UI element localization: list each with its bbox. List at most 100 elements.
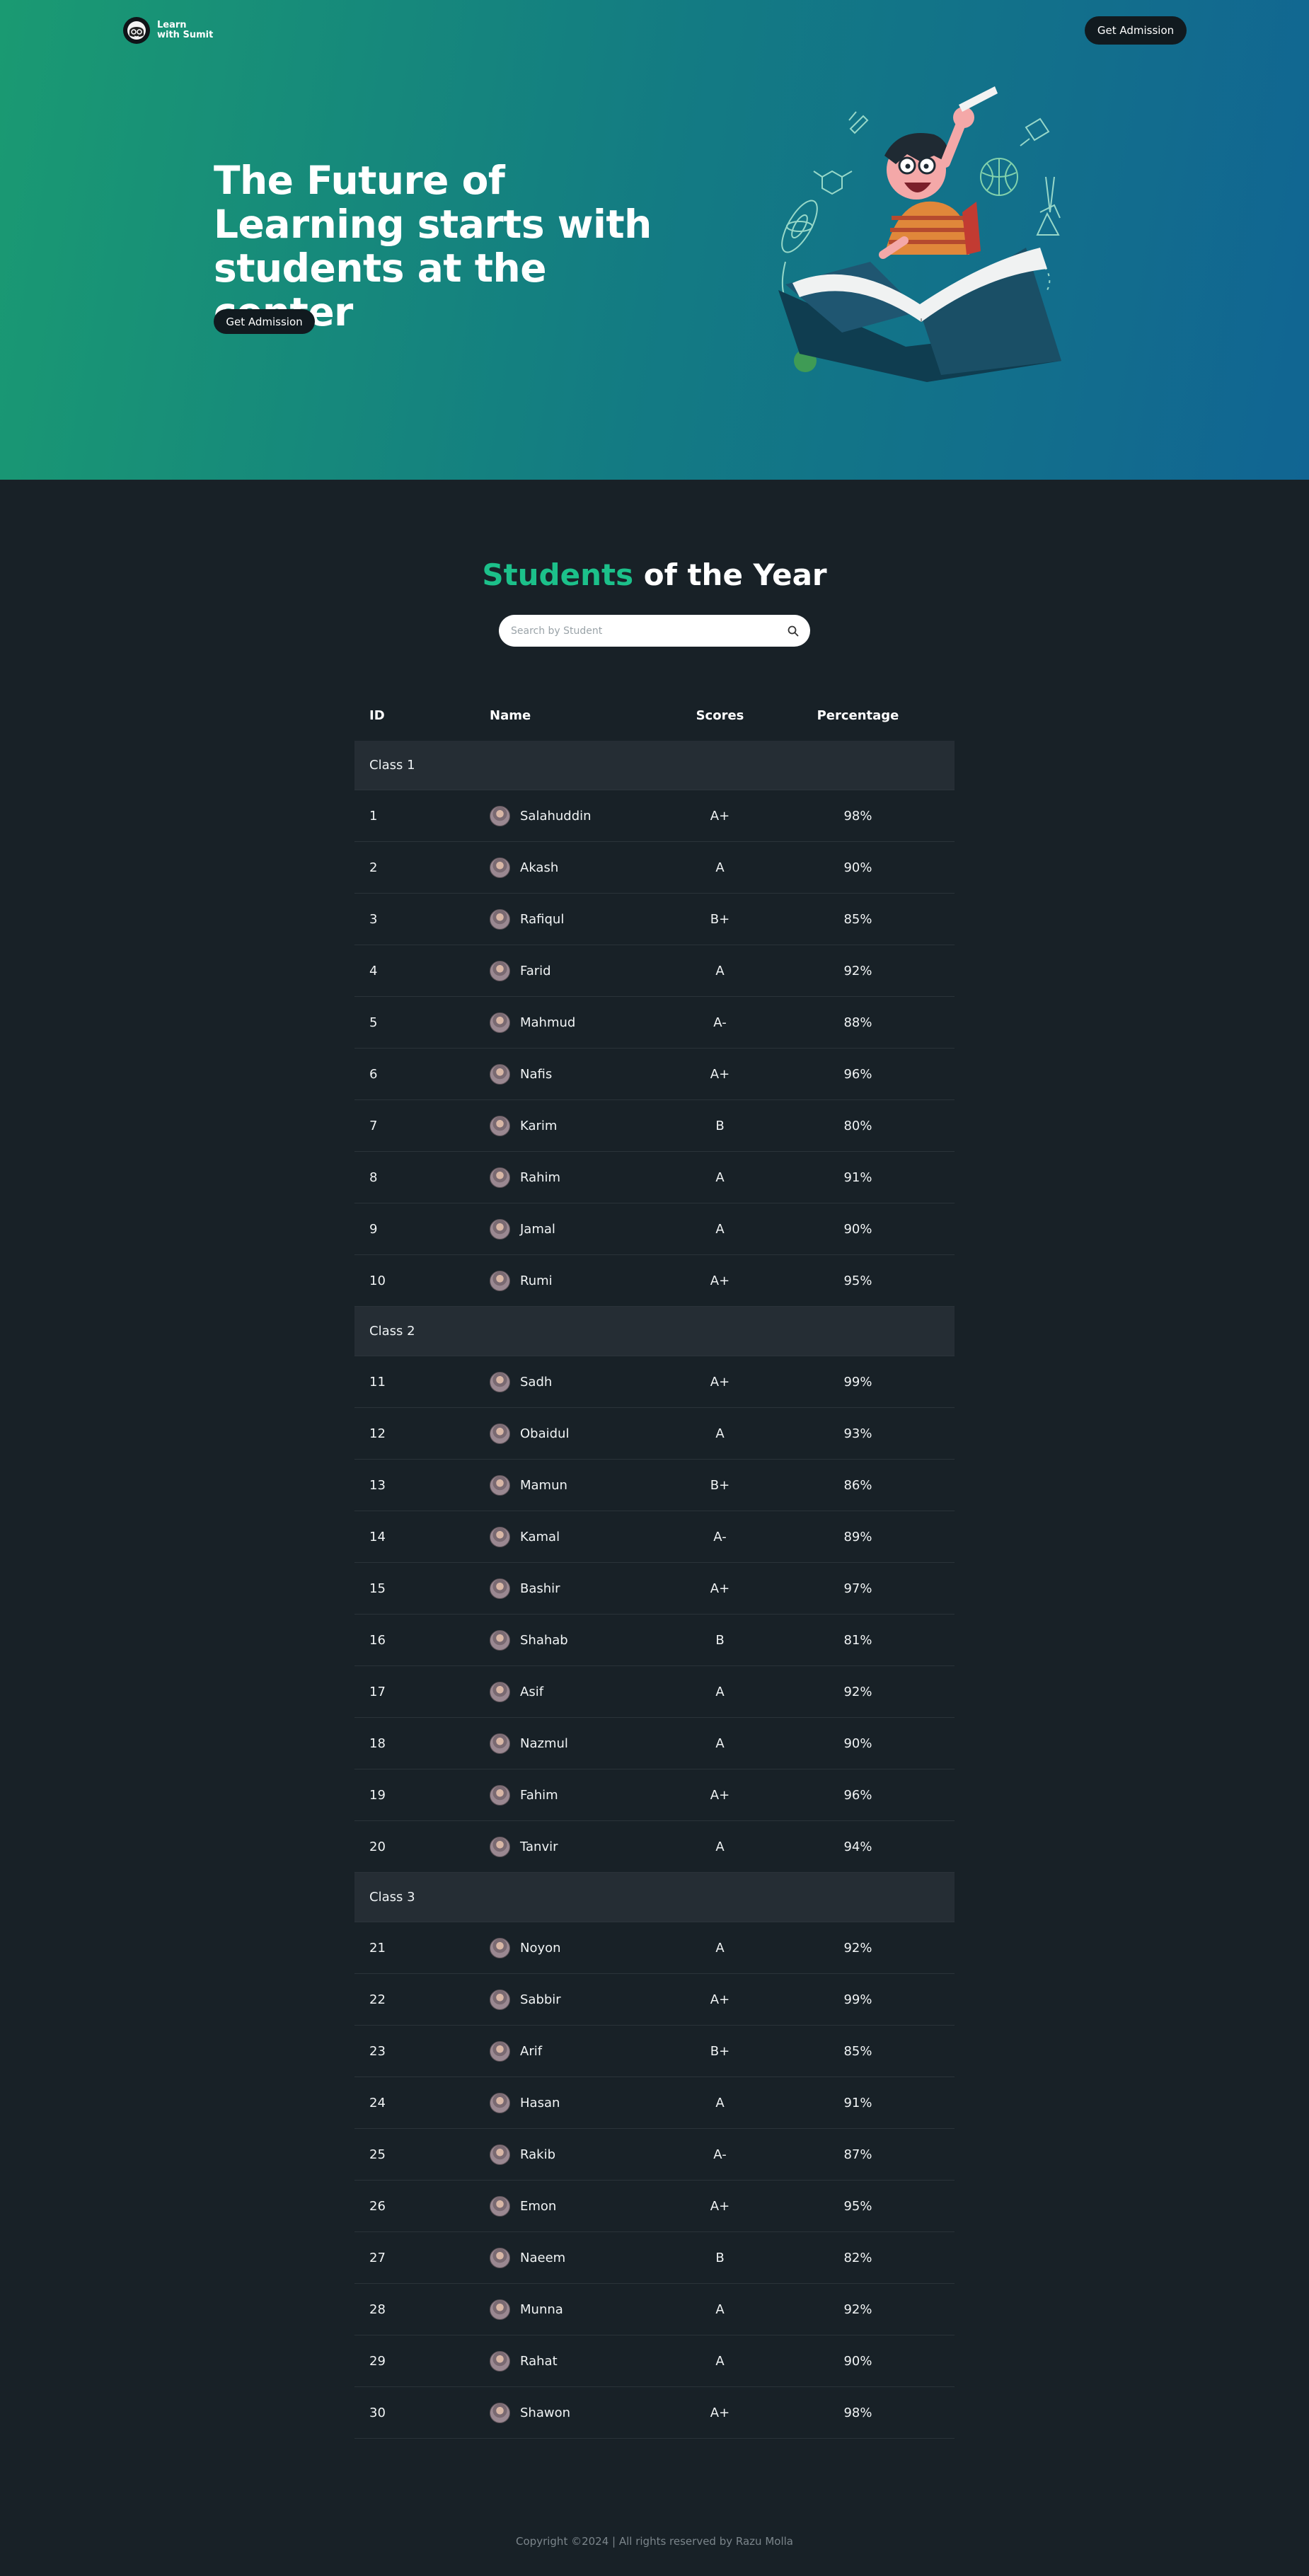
cell-percentage: 98% <box>843 2405 872 2420</box>
student-name: Rakib <box>520 2147 555 2162</box>
cell-percentage: 92% <box>843 1940 872 1956</box>
cell-id: 19 <box>369 1787 386 1803</box>
brand-line-1: Learn <box>157 20 187 30</box>
student-name: Fahim <box>520 1787 558 1803</box>
avatar <box>490 1371 510 1392</box>
student-name: Shahab <box>520 1632 568 1648</box>
cell-id: 13 <box>369 1477 386 1493</box>
cell-id: 11 <box>369 1374 386 1390</box>
cell-id: 12 <box>369 1426 386 1441</box>
cell-id: 18 <box>369 1735 386 1751</box>
cell-id: 10 <box>369 1273 386 1288</box>
avatar <box>490 1218 510 1240</box>
avatar <box>490 960 510 981</box>
cell-score: A+ <box>710 1992 730 2007</box>
cell-id: 17 <box>369 1684 386 1699</box>
cell-score: A <box>715 1221 725 1237</box>
header-percentage: Percentage <box>817 707 899 723</box>
table-row: 16 Shahab B 81% <box>354 1615 955 1666</box>
table-row: 27 Naeem B 82% <box>354 2232 955 2284</box>
cell-score: A <box>715 860 725 875</box>
cell-score: A <box>715 2301 725 2317</box>
cell-name: Sadh <box>475 1371 663 1392</box>
cell-name: Mamun <box>475 1474 663 1496</box>
search-icon[interactable] <box>786 624 800 638</box>
student-name: Mahmud <box>520 1015 576 1030</box>
cell-name: Sabbir <box>475 1989 663 2010</box>
cell-name: Noyon <box>475 1937 663 1958</box>
cell-score: A <box>715 1426 725 1441</box>
avatar <box>490 2247 510 2268</box>
cell-percentage: 96% <box>843 1066 872 1082</box>
cell-id: 3 <box>369 911 378 927</box>
cell-score: A+ <box>710 1374 730 1390</box>
cell-name: Bashir <box>475 1578 663 1599</box>
avatar <box>490 2040 510 2062</box>
student-name: Naeem <box>520 2250 566 2265</box>
cell-percentage: 97% <box>843 1581 872 1596</box>
student-name: Tanvir <box>520 1839 558 1854</box>
avatar <box>490 1578 510 1599</box>
table-row: 12 Obaidul A 93% <box>354 1408 955 1460</box>
avatar <box>490 1937 510 1958</box>
student-name: Salahuddin <box>520 808 592 824</box>
cell-score: A <box>715 963 725 978</box>
cell-id: 22 <box>369 1992 386 2007</box>
cell-percentage: 92% <box>843 963 872 978</box>
cell-id: 24 <box>369 2095 386 2110</box>
cell-percentage: 96% <box>843 1787 872 1803</box>
hero-get-admission-button[interactable]: Get Admission <box>214 309 315 334</box>
cell-percentage: 86% <box>843 1477 872 1493</box>
avatar <box>490 2092 510 2113</box>
cell-score: A+ <box>710 1581 730 1596</box>
cell-percentage: 91% <box>843 2095 872 2110</box>
cell-name: Rakib <box>475 2144 663 2165</box>
cell-id: 1 <box>369 808 378 824</box>
table-row: 19 Fahim A+ 96% <box>354 1769 955 1821</box>
cell-name: Karim <box>475 1115 663 1136</box>
table-row: 11 Sadh A+ 99% <box>354 1356 955 1408</box>
brand-line-2: with Sumit <box>157 30 214 40</box>
student-name: Munna <box>520 2301 563 2317</box>
cell-percentage: 95% <box>843 2198 872 2214</box>
cell-percentage: 93% <box>843 1426 872 1441</box>
table-row: 17 Asif A 92% <box>354 1666 955 1718</box>
cell-percentage: 95% <box>843 1273 872 1288</box>
cell-name: Munna <box>475 2299 663 2320</box>
cell-percentage: 85% <box>843 2043 872 2059</box>
table-row: 3 Rafiqul B+ 85% <box>354 894 955 945</box>
cell-percentage: 82% <box>843 2250 872 2265</box>
cell-score: A <box>715 2353 725 2369</box>
student-name: Rahim <box>520 1169 561 1185</box>
table-header: ID Name Scores Percentage <box>354 690 955 741</box>
table-row: 7 Karim B 80% <box>354 1100 955 1152</box>
table-row: 28 Munna A 92% <box>354 2284 955 2335</box>
cell-score: A+ <box>710 1787 730 1803</box>
nav-get-admission-button[interactable]: Get Admission <box>1085 16 1187 45</box>
student-name: Akash <box>520 860 559 875</box>
table-row: 4 Farid A 92% <box>354 945 955 997</box>
cell-percentage: 94% <box>843 1839 872 1854</box>
cell-score: A+ <box>710 808 730 824</box>
cell-score: B+ <box>710 1477 730 1493</box>
cell-id: 15 <box>369 1581 386 1596</box>
search-input[interactable] <box>499 615 786 647</box>
cell-score: A <box>715 1169 725 1185</box>
class-group-row: Class 1 <box>354 741 955 790</box>
brand-logo[interactable]: Learn with Sumit <box>123 17 213 44</box>
avatar <box>490 805 510 826</box>
class-group-row: Class 2 <box>354 1307 955 1356</box>
cell-score: B <box>715 1632 725 1648</box>
cell-percentage: 92% <box>843 1684 872 1699</box>
cell-name: Tanvir <box>475 1836 663 1857</box>
student-name: Sadh <box>520 1374 553 1390</box>
table-row: 9 Jamal A 90% <box>354 1203 955 1255</box>
cell-id: 9 <box>369 1221 378 1237</box>
logo-icon <box>123 17 150 44</box>
cell-name: Arif <box>475 2040 663 2062</box>
avatar <box>490 908 510 930</box>
table-row: 2 Akash A 90% <box>354 842 955 894</box>
avatar <box>490 1474 510 1496</box>
avatar <box>490 1733 510 1754</box>
table-row: 18 Nazmul A 90% <box>354 1718 955 1769</box>
